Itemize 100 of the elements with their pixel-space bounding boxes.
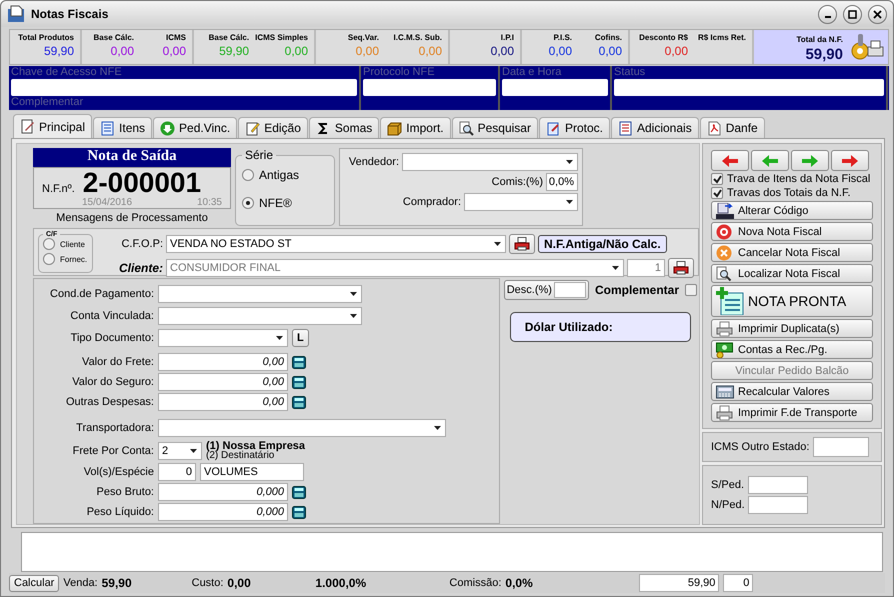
action-button[interactable]: Cancelar Nota Fiscal <box>711 243 873 262</box>
text-area[interactable] <box>21 532 883 572</box>
tab[interactable]: Import. <box>380 117 451 138</box>
caret-icon[interactable] <box>494 242 500 246</box>
number-field[interactable]: 0,00 <box>158 353 288 371</box>
radio-button[interactable] <box>242 197 254 209</box>
tab[interactable]: Pesquisar <box>452 117 538 138</box>
text-field[interactable]: 0,0% <box>546 173 578 191</box>
number-field[interactable]: 0,000 <box>158 483 288 501</box>
field-label: Vendedor: <box>348 156 399 168</box>
radio-button[interactable] <box>43 238 55 250</box>
checkbox[interactable] <box>711 173 723 185</box>
printer-icon <box>716 404 734 420</box>
maximize-icon <box>848 10 857 18</box>
tab[interactable]: Protoc. <box>538 117 610 138</box>
dropdown-field[interactable] <box>464 193 578 211</box>
right-arrow-button[interactable] <box>831 150 869 171</box>
calculator-icon[interactable] <box>292 356 306 368</box>
tab[interactable]: Somas <box>308 117 380 138</box>
magnifier-icon <box>716 266 734 282</box>
printer-icon <box>716 320 734 336</box>
money-icon <box>716 342 734 358</box>
left-arrow-button[interactable] <box>751 150 789 171</box>
number-field[interactable]: 0,00 <box>158 393 288 411</box>
caret-icon[interactable] <box>276 336 282 340</box>
action-button[interactable]: Nova Nota Fiscal <box>711 222 873 241</box>
calculator-icon[interactable] <box>292 486 306 498</box>
text-field[interactable] <box>748 476 808 494</box>
field-label: Tipo Documento: <box>70 332 154 344</box>
discount-field[interactable]: Desc.(%) <box>504 280 589 300</box>
action-button[interactable]: Imprimir F.de Transporte <box>711 403 873 422</box>
tab[interactable]: Danfe <box>700 117 765 138</box>
checkbox[interactable] <box>685 284 697 296</box>
dropdown-field[interactable] <box>402 153 578 171</box>
text-field[interactable] <box>748 496 808 514</box>
text-field[interactable]: VOLUMES <box>200 463 304 481</box>
right-arrow-icon <box>801 154 819 168</box>
calculator-icon[interactable] <box>292 376 306 388</box>
right-arrow-icon <box>841 154 859 168</box>
field-label: Valor do Seguro: <box>71 376 154 388</box>
radio-button[interactable] <box>242 169 254 181</box>
number-field[interactable]: 0,000 <box>158 503 288 521</box>
status-badge: N.F.Antiga/Não Calc. <box>538 235 667 253</box>
target-icon <box>716 224 734 240</box>
caret-icon[interactable] <box>566 200 572 204</box>
field-label: ICMS Outro Estado: <box>711 441 810 453</box>
action-button[interactable]: Localizar Nota Fiscal <box>711 264 873 283</box>
checkbox[interactable] <box>711 187 723 199</box>
caret-icon[interactable] <box>566 160 572 164</box>
total-field[interactable]: 59,90 <box>639 574 720 592</box>
text-field[interactable] <box>813 437 870 457</box>
caret-icon[interactable] <box>350 314 356 318</box>
text-field[interactable] <box>363 79 496 96</box>
count-field[interactable]: 0 <box>723 574 754 592</box>
dropdown-field[interactable] <box>158 329 288 347</box>
left-arrow-button[interactable] <box>711 150 749 171</box>
action-button[interactable]: Alterar Código <box>711 201 873 220</box>
dropdown-field[interactable] <box>158 307 362 325</box>
total-label: ICMS Simples <box>255 33 308 42</box>
field-label: Cond.de Pagamento: <box>49 288 154 300</box>
tab[interactable]: Adicionais <box>611 117 699 138</box>
total-value: 59,90 <box>219 44 250 58</box>
cost-value: 0,00 <box>227 576 252 590</box>
field-label: Chave de Acesso NFE <box>11 66 123 79</box>
text-field[interactable] <box>502 79 608 96</box>
percent-value: 1.000,0% <box>315 576 368 590</box>
calculate-button[interactable]: Calcular <box>9 574 60 592</box>
print-button[interactable] <box>509 234 535 254</box>
caret-icon[interactable] <box>190 449 196 453</box>
text-field[interactable] <box>614 79 884 96</box>
total-label: I.C.M.S. Sub. <box>394 33 442 42</box>
radio-label: Cliente <box>60 240 85 248</box>
total-label: P.I.S. <box>553 33 572 42</box>
calculator-icon[interactable] <box>292 396 306 408</box>
number-field[interactable]: 0 <box>158 463 196 481</box>
maximize-button[interactable] <box>843 4 862 24</box>
caret-icon[interactable] <box>350 292 356 296</box>
dropdown-field[interactable]: 2 <box>158 442 202 460</box>
caret-icon[interactable] <box>434 426 440 430</box>
tab[interactable]: Edição <box>238 117 308 138</box>
radio-button[interactable] <box>43 253 55 265</box>
action-button[interactable]: Contas a Rec./Pg. <box>711 340 873 359</box>
dropdown-field[interactable] <box>158 419 446 437</box>
action-button[interactable]: Imprimir Duplicata(s) <box>711 319 873 338</box>
print-button[interactable] <box>668 258 694 278</box>
right-arrow-button[interactable] <box>791 150 829 171</box>
caret-icon[interactable] <box>612 266 618 270</box>
calculator-icon[interactable] <box>292 506 306 518</box>
tab[interactable]: Ped.Vinc. <box>153 117 238 138</box>
close-button[interactable] <box>868 4 887 24</box>
list-button[interactable]: L <box>292 329 309 347</box>
minimize-button[interactable] <box>818 4 837 24</box>
action-button[interactable]: Recalcular Valores <box>711 382 873 401</box>
action-button[interactable]: NOTA PRONTA <box>711 285 873 317</box>
dropdown-field[interactable] <box>158 285 362 303</box>
text-field[interactable] <box>11 79 357 96</box>
dropdown-field[interactable]: VENDA NO ESTADO ST <box>166 235 506 253</box>
tab[interactable]: Itens <box>93 117 152 138</box>
tab[interactable]: Principal <box>13 114 92 138</box>
number-field[interactable]: 0,00 <box>158 373 288 391</box>
